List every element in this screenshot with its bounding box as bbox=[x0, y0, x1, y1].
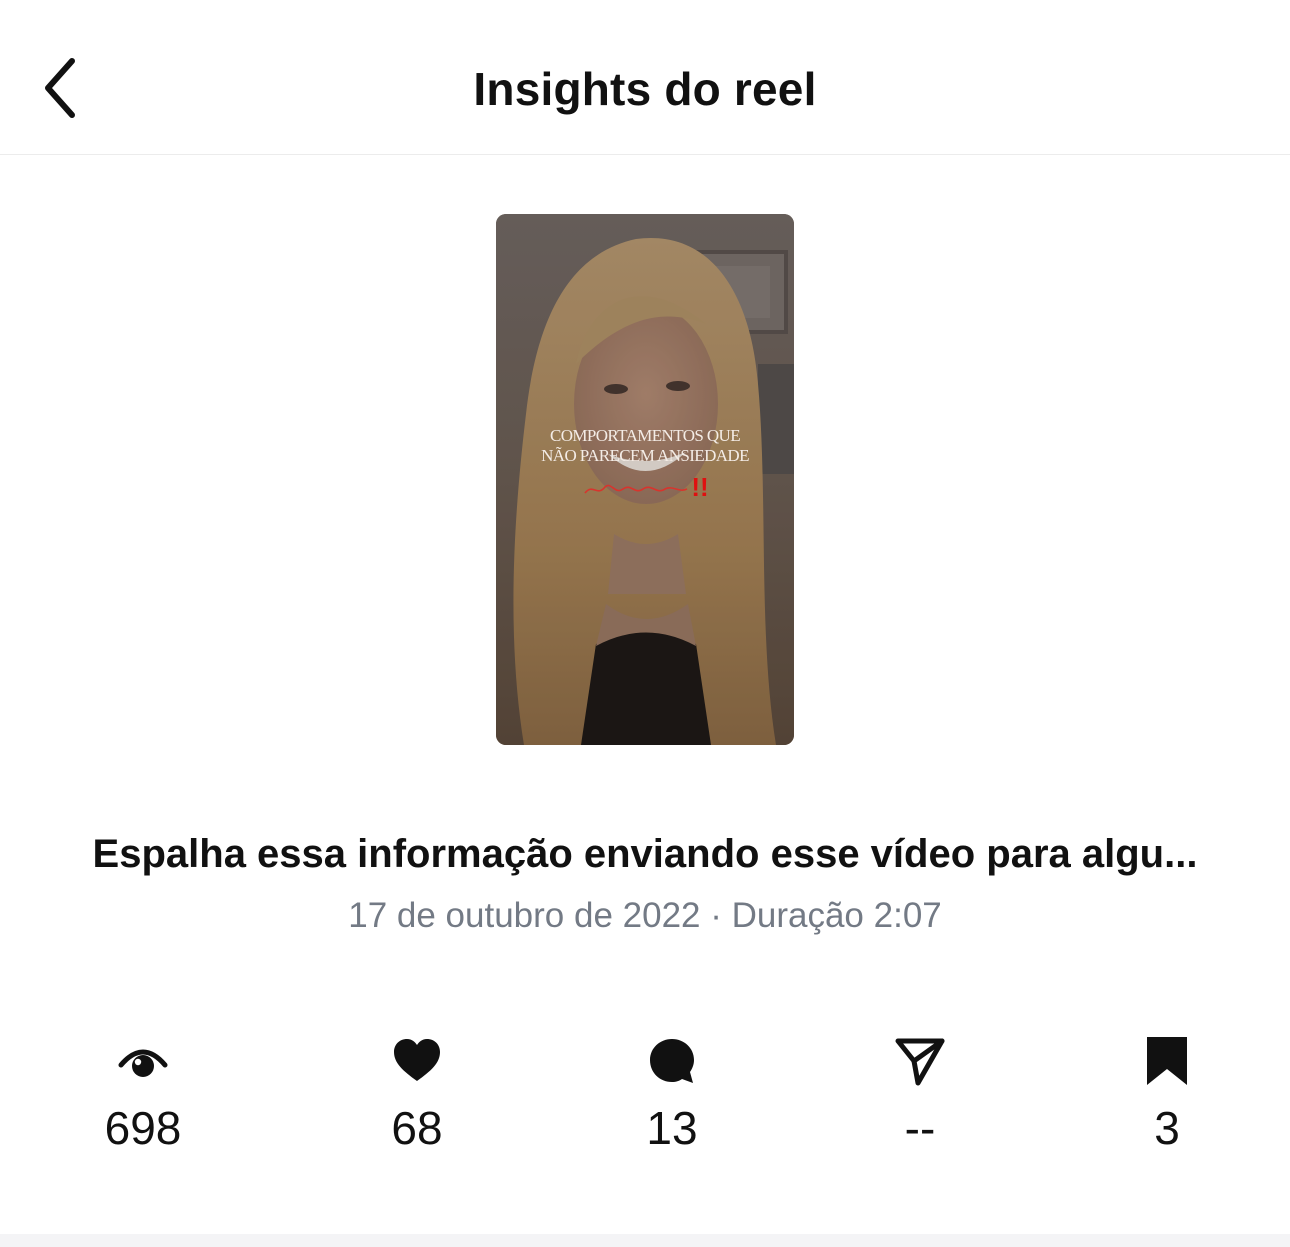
reel-meta: 17 de outubro de 2022 · Duração 2:07 bbox=[348, 896, 942, 935]
likes-count: 68 bbox=[391, 1102, 443, 1154]
reel-insights-page: Insights do reel COMPORTAMENTOS QUE NÃO … bbox=[0, 0, 1290, 1247]
comments-count: 13 bbox=[646, 1102, 698, 1154]
header: Insights do reel bbox=[0, 0, 1290, 155]
reel-thumbnail[interactable]: COMPORTAMENTOS QUE NÃO PARECEM ANSIEDADE… bbox=[496, 214, 794, 745]
thumbnail-text-line1: COMPORTAMENTOS QUE bbox=[549, 426, 741, 445]
thumbnail-emphasis: !! bbox=[496, 472, 794, 503]
scribble-decoration bbox=[584, 484, 688, 494]
views-count: 698 bbox=[104, 1102, 182, 1154]
stat-likes: 68 bbox=[327, 1035, 507, 1155]
reel-thumbnail-text: COMPORTAMENTOS QUE NÃO PARECEM ANSIEDADE bbox=[496, 426, 794, 466]
page-title: Insights do reel bbox=[473, 63, 817, 115]
comment-icon bbox=[650, 1039, 694, 1083]
bottom-divider bbox=[0, 1234, 1290, 1247]
exclamation-marks: !! bbox=[691, 472, 709, 502]
reel-caption: Espalha essa informação enviando esse ví… bbox=[92, 832, 1198, 876]
stat-comments: 13 bbox=[582, 1035, 762, 1155]
share-icon bbox=[895, 1038, 945, 1086]
shares-count: -- bbox=[904, 1102, 936, 1154]
eye-icon bbox=[118, 1049, 168, 1077]
stat-views: 698 bbox=[53, 1035, 233, 1155]
heart-icon bbox=[394, 1039, 440, 1081]
thumbnail-text-line2: NÃO PARECEM ANSIEDADE bbox=[541, 446, 749, 465]
bookmark-icon bbox=[1147, 1037, 1187, 1085]
saves-count: 3 bbox=[1154, 1102, 1180, 1154]
stat-saves: 3 bbox=[1077, 1035, 1257, 1155]
stat-shares: -- bbox=[830, 1035, 1010, 1155]
